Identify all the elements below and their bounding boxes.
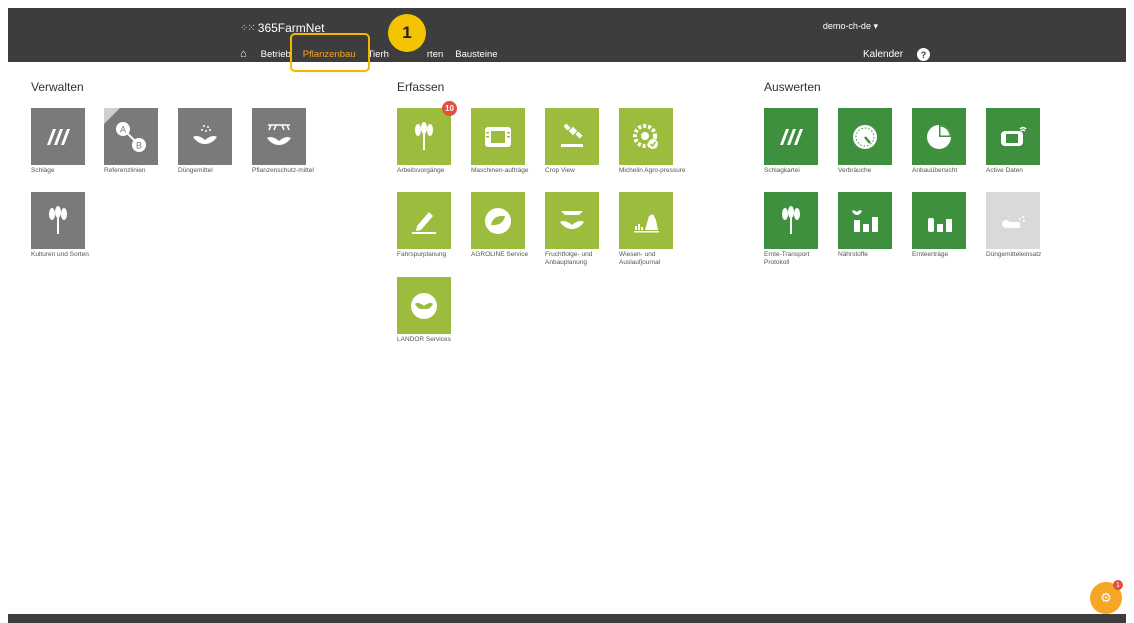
section-erfassen: Erfassen (397, 80, 445, 94)
tile-cropview[interactable]: Crop View (545, 108, 620, 175)
user-name: demo-ch-de (822, 21, 871, 31)
ribbon-decoration (104, 108, 120, 124)
nav-tierhaltung[interactable]: Tierh (368, 49, 389, 60)
notification-badge: 10 (442, 101, 457, 116)
tile-label: Anbauübersicht (912, 167, 958, 174)
terminal-icon (471, 108, 525, 165)
tile-label: AGROLINE Service (471, 251, 529, 258)
help-icon[interactable]: ? (917, 48, 931, 61)
svg-text:A: A (120, 124, 126, 134)
section-auswerten: Auswerten (764, 80, 821, 94)
chevron-down-icon: ▾ (873, 21, 878, 31)
device-signal-icon (986, 108, 1040, 165)
tile-label: Kulturen und Sorten (31, 251, 89, 258)
tile-label: Düngemittel (178, 167, 213, 174)
tile-label: Maschinen-aufträge (471, 167, 529, 174)
main-nav: ⌂ Betrieb Pflanzenbau Tierh rten Baustei… (240, 48, 510, 60)
tile-agroline[interactable]: AGROLINE Service (471, 192, 546, 259)
yield-chart-icon (912, 192, 966, 249)
field-icon (31, 108, 85, 165)
pencil-icon (397, 192, 451, 249)
tile-label: Ernteerträge (912, 251, 949, 258)
tile-label: Ernte-Transport Protokoll (764, 251, 810, 266)
tile-schlagkartei[interactable]: Schlagkartei (764, 108, 839, 175)
satellite-icon (545, 108, 599, 165)
tile-naehrstoffe[interactable]: Nährstoffe (838, 192, 913, 259)
ab-line-icon: AB (104, 108, 158, 165)
tile-arbeitsvorgaenge[interactable]: 10 Arbeitsvorgänge (397, 101, 472, 175)
tile-label: Verbräuche (838, 167, 872, 174)
tile-ernteertraege[interactable]: Ernteerträge (912, 192, 987, 259)
tile-activedaten[interactable]: Active Daten (986, 108, 1061, 175)
tile-fruchtfolge[interactable]: Fruchtfolge- und Anbauplanung (545, 192, 620, 266)
calendar-area: Kalender ? (863, 48, 931, 61)
tile-label: Nährstoffe (838, 251, 868, 258)
logo-icon: ⁘⁙ (240, 22, 256, 34)
sprout-icon (397, 277, 451, 334)
crop-protection-icon (252, 108, 306, 165)
tile-label: Fruchtfolge- und Anbauplanung (545, 251, 593, 266)
nav-karten[interactable]: rten (427, 49, 443, 60)
tile-referenzlinien[interactable]: AB Referenzlinien (104, 108, 179, 175)
step-marker: 1 (388, 14, 426, 52)
highlight-box (290, 33, 370, 72)
leaf-icon (471, 192, 525, 249)
tile-anbauuebersicht[interactable]: Anbauübersicht (912, 108, 987, 175)
nutrient-chart-icon (838, 192, 892, 249)
tile-label: LANDOR Services (397, 336, 451, 343)
tile-duengemitteleinsatz[interactable]: Düngemitteleinsatz (986, 192, 1061, 259)
tile-label: Schlagkartei (764, 167, 800, 174)
calendar-link[interactable]: Kalender (863, 49, 903, 60)
tile-schlaege[interactable]: Schläge (31, 108, 106, 175)
svg-text:B: B (136, 140, 142, 150)
fab-badge: 1 (1113, 580, 1123, 590)
wheat-icon: 10 (397, 101, 457, 165)
tile-label: Arbeitsvorgänge (397, 167, 445, 174)
tile-fahrspur[interactable]: Fahrspurplanung (397, 192, 472, 259)
footer-bar (8, 614, 1126, 623)
user-menu[interactable]: demo-ch-de ▾ (823, 21, 878, 32)
tile-label: Referenzlinien (104, 167, 146, 174)
tile-label: Active Daten (986, 167, 1023, 174)
tile-label: Michelin Agro-pressure (619, 167, 686, 174)
tile-label: Düngemitteleinsatz (986, 251, 1042, 258)
tile-maschinen[interactable]: Maschinen-aufträge (471, 108, 546, 175)
tile-landor[interactable]: LANDOR Services (397, 277, 472, 344)
crop-rotation-icon (545, 192, 599, 249)
tire-pressure-icon (619, 108, 673, 165)
tile-pflanzenschutz[interactable]: Pflanzenschutz-mittel (252, 108, 327, 175)
tile-label: Wiesen- und Auslaufjournal (619, 251, 661, 266)
tractor-icon: ⚙ (1100, 590, 1112, 605)
home-icon[interactable]: ⌂ (240, 48, 247, 60)
tile-wiesen[interactable]: Wiesen- und Auslaufjournal (619, 192, 694, 266)
tile-duengemittel[interactable]: Düngemittel (178, 108, 253, 175)
tile-verbraeuche[interactable]: Verbräuche (838, 108, 913, 175)
tractor-fab-button[interactable]: ⚙ 1 (1090, 580, 1123, 614)
tile-michelin[interactable]: Michelin Agro-pressure (619, 108, 694, 175)
wheat-icon (764, 192, 818, 249)
tile-ernte[interactable]: Ernte-Transport Protokoll (764, 192, 839, 266)
wheat-icon (31, 192, 85, 249)
tile-label: Schläge (31, 167, 55, 174)
tile-label: Pflanzenschutz-mittel (252, 167, 314, 174)
nav-betrieb[interactable]: Betrieb (261, 49, 291, 60)
gauge-icon (838, 108, 892, 165)
pie-chart-icon (912, 108, 966, 165)
tile-label: Crop View (545, 167, 575, 174)
field-icon (764, 108, 818, 165)
spreader-icon (986, 192, 1040, 249)
top-navigation-bar: ⁘⁙ 365FarmNet ⌂ Betrieb Pflanzenbau Tier… (8, 8, 1126, 62)
tile-kulturen[interactable]: Kulturen und Sorten (31, 192, 106, 259)
fertilizer-icon (178, 108, 232, 165)
section-verwalten: Verwalten (31, 80, 84, 94)
meadow-icon (619, 192, 673, 249)
tile-label: Fahrspurplanung (397, 251, 447, 258)
nav-bausteine[interactable]: Bausteine (455, 49, 497, 60)
